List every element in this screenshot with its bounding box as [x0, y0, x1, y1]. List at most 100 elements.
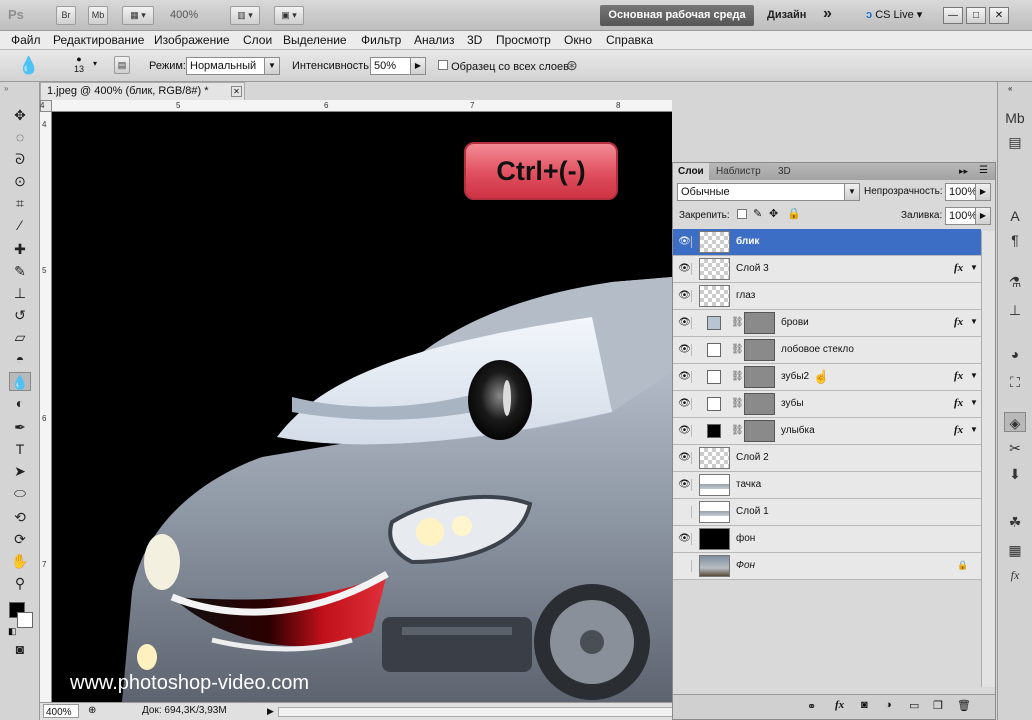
view-extras-button[interactable]: ▦ ▾ [122, 6, 154, 25]
blur-tool-icon[interactable]: 💧 [9, 372, 31, 391]
layer-row[interactable]: 👁 Слой 2 [673, 445, 981, 472]
menu-help[interactable]: Справка [606, 33, 653, 47]
expand-effects-icon[interactable]: ▼ [970, 371, 978, 380]
layer-row[interactable]: 👁 ⛓ брови fx ▼ [673, 310, 981, 337]
crop-tool-icon[interactable]: ⌗ [9, 194, 31, 213]
close-window-button[interactable]: ✕ [989, 7, 1009, 24]
character-panel-icon[interactable]: A [1004, 206, 1026, 226]
workspace-design-button[interactable]: Дизайн [767, 9, 806, 21]
clone-stamp-tool-icon[interactable]: ⊥ [9, 284, 31, 303]
zoom-level[interactable]: 400% [170, 9, 198, 21]
brush-tool-icon[interactable]: ✎ [9, 262, 31, 281]
layer-effects-icon[interactable]: fx [954, 397, 963, 409]
blur-tool-icon[interactable]: 💧 [18, 56, 39, 76]
layer-thumbnail[interactable] [699, 258, 730, 280]
pen-tool-icon[interactable]: ✒ [9, 418, 31, 437]
layer-mask-thumbnail[interactable] [744, 393, 775, 415]
eyedropper-tool-icon[interactable]: ⁄ [9, 216, 31, 235]
layer-row[interactable]: 👁 Слой 3 fx ▼ [673, 256, 981, 283]
visibility-eye-icon[interactable]: 👁 [678, 452, 692, 464]
horizontal-scrollbar[interactable] [278, 707, 673, 717]
default-colors-icon[interactable]: ◧ [8, 626, 17, 637]
horizontal-ruler[interactable]: 4 5 6 7 8 [40, 100, 672, 112]
history-brush-tool-icon[interactable]: ↺ [9, 306, 31, 325]
opacity-input[interactable]: 100% ▶ [945, 183, 991, 201]
visibility-eye-icon[interactable]: 👁 [678, 425, 692, 437]
layer-thumbnail[interactable] [699, 555, 730, 577]
visibility-eye-icon[interactable] [678, 560, 692, 572]
layers-scrollbar[interactable] [981, 231, 995, 687]
collapse-panel-icon[interactable]: ▸▸ [959, 166, 968, 177]
delete-layer-icon[interactable]: 🗑 [957, 699, 971, 712]
swatches-panel-icon[interactable]: ▦ [1004, 540, 1026, 560]
layer-row[interactable]: 👁 ⛓ зубы fx ▼ [673, 391, 981, 418]
zoom-tool-icon[interactable]: ⚲ [9, 574, 31, 593]
marquee-tool-icon[interactable]: ◌ [9, 128, 31, 147]
brush-panel-toggle[interactable]: ▤ [114, 56, 130, 74]
tab-channels[interactable]: Наблистр [711, 163, 766, 180]
styles-panel-icon[interactable]: ☘ [1004, 512, 1026, 532]
status-menu-arrow-icon[interactable]: ▶ [267, 703, 274, 719]
layer-effects-icon[interactable]: fx [954, 262, 963, 274]
panel-menu-icon[interactable]: ☰ [979, 165, 988, 176]
layer-row[interactable]: 👁 ⛓ лобовое стекло [673, 337, 981, 364]
layer-row[interactable]: 👁 фон [673, 526, 981, 553]
quick-mask-icon[interactable]: ◙ [9, 640, 31, 659]
layer-effects-icon[interactable]: fx [954, 370, 963, 382]
blend-mode-select[interactable]: Обычные ▼ [677, 183, 860, 201]
brush-preset-picker[interactable]: ● 13 [74, 54, 84, 74]
tab-3d[interactable]: 3D [773, 163, 796, 180]
quick-selection-tool-icon[interactable]: ⊙ [9, 172, 31, 191]
link-icon[interactable]: ⛓ [731, 425, 744, 436]
background-color-swatch[interactable] [17, 612, 33, 628]
brush-preset-arrow[interactable]: ▾ [93, 59, 97, 68]
dodge-tool-icon[interactable]: ◐ [9, 394, 31, 413]
brush-presets-panel-icon[interactable]: ⚗ [1004, 272, 1026, 292]
mini-bridge-panel-icon[interactable]: Mb [1004, 108, 1026, 128]
adjustment-layer-icon[interactable]: ◑ [885, 699, 892, 711]
collapse-icon[interactable]: » [4, 84, 8, 93]
lock-all-icon[interactable]: 🔒 [787, 207, 801, 220]
layer-row[interactable]: 👁 глаз [673, 283, 981, 310]
visibility-eye-icon[interactable]: 👁 [678, 479, 692, 491]
healing-brush-tool-icon[interactable]: ✚ [9, 240, 31, 259]
layer-thumbnail[interactable] [699, 231, 730, 253]
path-selection-tool-icon[interactable]: ➤ [9, 462, 31, 481]
menu-file[interactable]: Файл [11, 33, 41, 47]
layer-thumbnail[interactable] [699, 528, 730, 550]
visibility-eye-icon[interactable]: 👁 [678, 236, 692, 248]
expand-effects-icon[interactable]: ▼ [970, 425, 978, 434]
layer-row[interactable]: 👁 тачка [673, 472, 981, 499]
move-tool-icon[interactable]: ✥ [9, 106, 31, 125]
visibility-eye-icon[interactable]: 👁 [678, 371, 692, 383]
sample-all-layers-checkbox[interactable]: Образец со всех слоев [438, 60, 569, 73]
link-icon[interactable]: ⛓ [731, 344, 744, 355]
expand-effects-icon[interactable]: ▼ [970, 398, 978, 407]
pressure-icon[interactable]: ⊛ [566, 57, 578, 74]
workspace-essentials-button[interactable]: Основная рабочая среда [600, 5, 754, 26]
paths-panel-icon[interactable]: ✂ [1004, 438, 1026, 458]
lock-position-icon[interactable]: ✥ [769, 207, 778, 220]
hand-tool-icon[interactable]: ✋ [9, 552, 31, 571]
vertical-ruler[interactable]: 4 5 6 7 [40, 112, 52, 702]
menu-3d[interactable]: 3D [467, 33, 482, 47]
layer-mask-thumbnail[interactable] [744, 339, 775, 361]
layer-thumbnail[interactable] [699, 474, 730, 496]
document-tab[interactable]: 1.jpeg @ 400% (блик, RGB/8#) * ✕ [40, 82, 245, 100]
layer-effects-icon[interactable]: fx [954, 424, 963, 436]
layer-mask-thumbnail[interactable] [744, 420, 775, 442]
paint-bucket-tool-icon[interactable]: ◓ [9, 350, 31, 369]
layer-mask-thumbnail[interactable] [744, 366, 775, 388]
close-icon[interactable]: ✕ [231, 86, 242, 97]
link-layers-icon[interactable]: ⚭ [807, 700, 816, 713]
menu-view[interactable]: Просмотр [496, 33, 551, 47]
link-icon[interactable]: ⛓ [731, 371, 744, 382]
minimize-button[interactable]: — [943, 7, 963, 24]
expand-panels-icon[interactable]: « [1008, 84, 1012, 93]
lock-pixels-icon[interactable]: ✎ [753, 207, 762, 220]
layer-color-fill-thumbnail[interactable] [707, 424, 721, 438]
menu-analysis[interactable]: Анализ [414, 33, 455, 47]
layer-effects-icon[interactable]: fx [954, 316, 963, 328]
clone-source-panel-icon[interactable]: ⊥ [1004, 300, 1026, 320]
3d-rotate-tool-icon[interactable]: ⟲ [9, 508, 31, 527]
